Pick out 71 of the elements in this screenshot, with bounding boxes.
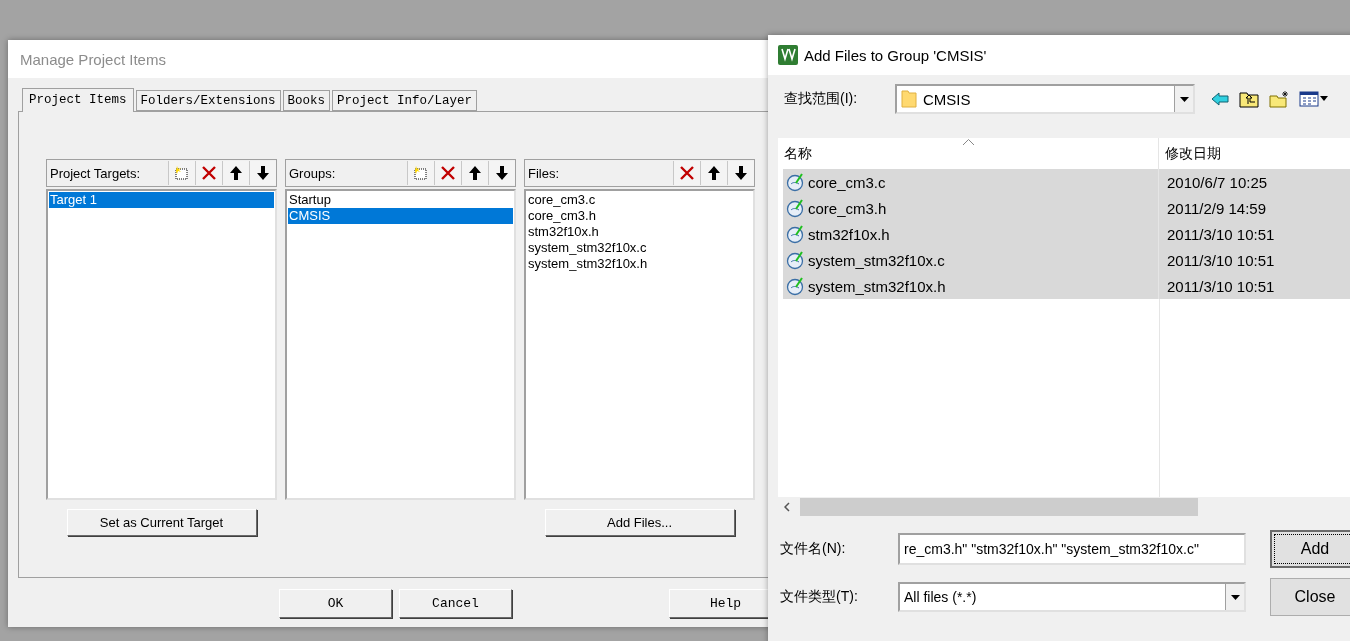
scroll-left-icon[interactable] (784, 502, 790, 512)
delete-icon[interactable] (679, 165, 695, 181)
file-date: 2011/3/10 10:51 (1167, 225, 1275, 243)
list-item[interactable]: Startup (288, 192, 513, 208)
tab[interactable]: Project Items (22, 88, 134, 112)
c-file-icon (786, 172, 806, 192)
window-title: Manage Project Items (20, 50, 166, 68)
tab[interactable]: Project Info/Layer (332, 90, 478, 111)
view-menu-icon[interactable] (1299, 91, 1329, 107)
back-arrow-icon[interactable] (1211, 92, 1229, 106)
new-item-icon[interactable] (413, 165, 429, 181)
c-file-icon (786, 250, 806, 270)
file-date: 2011/3/10 10:51 (1167, 277, 1275, 295)
file-type-label: 文件类型(T): (780, 588, 859, 606)
file-name-field[interactable]: re_cm3.h" "stm32f10x.h" "system_stm32f10x.c" (898, 533, 1246, 565)
file-row[interactable]: core_cm3.h 2011/2/9 14:59 (783, 195, 1350, 221)
c-file-icon (786, 198, 806, 218)
list-item[interactable]: stm32f10x.h (527, 224, 752, 240)
file-row[interactable]: system_stm32f10x.h 2011/3/10 10:51 (783, 273, 1350, 299)
file-date: 2011/3/10 10:51 (1167, 251, 1275, 269)
new-item-icon[interactable] (174, 165, 190, 181)
file-name: core_cm3.h (808, 199, 887, 217)
dialog-button[interactable]: Add (1270, 530, 1350, 568)
file-name: stm32f10x.h (808, 225, 890, 243)
folder-icon (901, 90, 917, 108)
file-row[interactable]: stm32f10x.h 2011/3/10 10:51 (783, 221, 1350, 247)
list-item[interactable]: core_cm3.c (527, 192, 752, 208)
list-item[interactable]: system_stm32f10x.c (527, 240, 752, 256)
arrow-up-icon[interactable] (707, 165, 721, 181)
look-in-label: 查找范围(I): (784, 90, 859, 108)
panel-label: Files: (528, 165, 561, 181)
arrow-up-icon[interactable] (468, 165, 482, 181)
c-file-icon (786, 224, 806, 244)
list-item[interactable]: CMSIS (288, 208, 513, 224)
tab[interactable]: Books (282, 90, 331, 111)
c-file-icon (786, 276, 806, 296)
file-name: system_stm32f10x.h (808, 277, 946, 295)
file-name: system_stm32f10x.c (808, 251, 945, 269)
file-row[interactable]: system_stm32f10x.c 2011/3/10 10:51 (783, 247, 1350, 273)
dialog-button[interactable]: Close (1270, 578, 1350, 616)
file-name-label: 文件名(N): (780, 540, 847, 558)
new-folder-icon[interactable] (1269, 90, 1289, 108)
file-type-dropdown[interactable]: All files (*.*) (898, 582, 1246, 612)
list-item[interactable]: core_cm3.h (527, 208, 752, 224)
app-logo-icon (778, 45, 798, 65)
look-in-dropdown[interactable]: CMSIS (895, 84, 1195, 114)
delete-icon[interactable] (440, 165, 456, 181)
list-item[interactable]: system_stm32f10x.h (527, 256, 752, 272)
file-name: core_cm3.c (808, 173, 886, 191)
dialog-button[interactable]: Cancel (399, 589, 512, 618)
file-date: 2010/6/7 10:25 (1167, 173, 1268, 191)
list-item[interactable]: Target 1 (49, 192, 274, 208)
file-date: 2011/2/9 14:59 (1167, 199, 1266, 217)
window-title: Add Files to Group 'CMSIS' (804, 46, 987, 64)
panel-label: Groups: (289, 165, 337, 181)
arrow-down-icon[interactable] (734, 165, 748, 181)
delete-icon[interactable] (201, 165, 217, 181)
up-folder-icon[interactable] (1239, 90, 1259, 108)
panel-button[interactable]: Add Files... (544, 509, 735, 536)
panel-button[interactable]: Set as Current Target (66, 509, 257, 536)
sort-caret-icon (963, 139, 974, 145)
arrow-up-icon[interactable] (229, 165, 243, 181)
dropdown-arrow-icon[interactable] (1230, 594, 1240, 600)
arrow-down-icon[interactable] (256, 165, 270, 181)
file-row[interactable]: core_cm3.c 2010/6/7 10:25 (783, 169, 1350, 195)
arrow-down-icon[interactable] (495, 165, 509, 181)
tab[interactable]: Folders/Extensions (135, 90, 281, 111)
panel-label: Project Targets: (50, 165, 142, 181)
dropdown-arrow-icon[interactable] (1179, 96, 1189, 102)
column-header[interactable]: 修改日期 (1159, 138, 1350, 169)
dialog-button[interactable]: OK (279, 589, 392, 618)
